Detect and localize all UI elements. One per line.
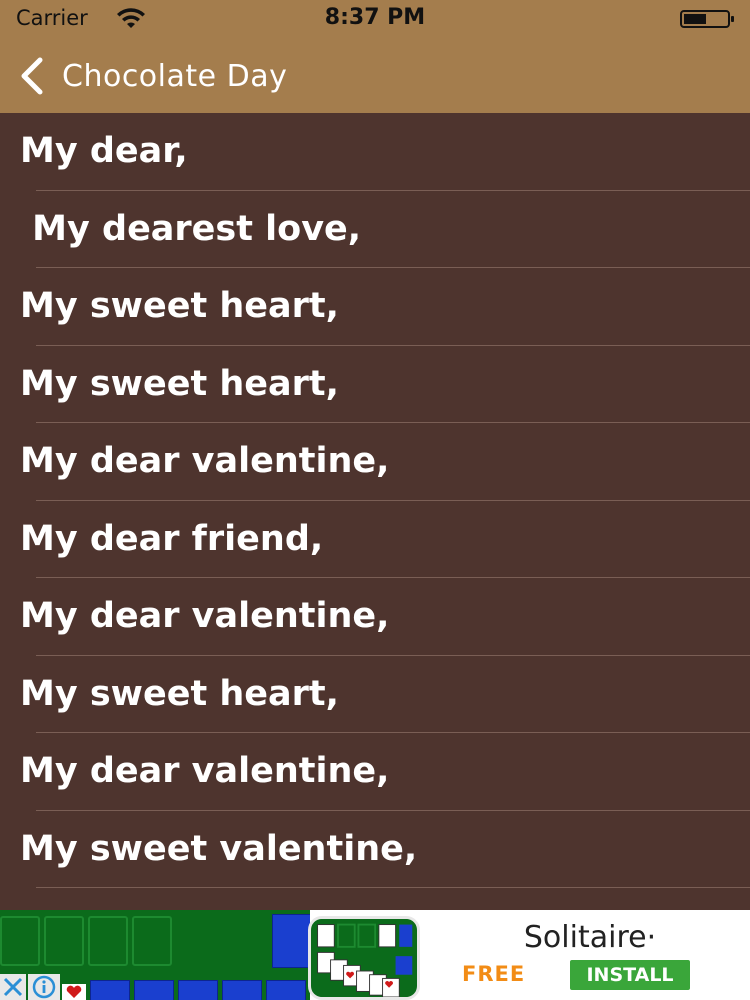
- greeting-list: My dear, My dearest love, My sweet heart…: [0, 113, 750, 910]
- list-item-label: My sweet heart,: [20, 286, 339, 326]
- chevron-left-icon: [21, 57, 43, 95]
- back-button[interactable]: Chocolate Day: [16, 54, 287, 98]
- list-item[interactable]: My dear,: [0, 113, 750, 191]
- list-item[interactable]: My sweet valentine,: [0, 811, 750, 888]
- list-item[interactable]: My dear valentine,: [0, 578, 750, 656]
- solitaire-app-icon: [308, 916, 420, 1000]
- battery-icon: [680, 10, 734, 28]
- list-item-label: My sweet heart,: [20, 673, 339, 714]
- list-item[interactable]: My dear friend,: [0, 501, 750, 578]
- list-item-label: My dear friend,: [20, 518, 324, 559]
- card-back: [134, 980, 174, 1000]
- list-item-label: My dear valentine,: [20, 751, 390, 791]
- list-item[interactable]: My dear valentine,: [0, 733, 750, 811]
- card-back: [90, 980, 130, 1000]
- card-slot: [132, 916, 172, 966]
- list-item-label: My dearest love,: [20, 208, 362, 249]
- list-item[interactable]: My dearest love,: [0, 191, 750, 268]
- list-item-label: My sweet heart,: [20, 363, 339, 404]
- header: Carrier 8:37 PM Chocolate Day: [0, 0, 750, 113]
- list-item[interactable]: My sweet heart,: [0, 268, 750, 346]
- ad-free-label: FREE: [462, 962, 526, 986]
- list-item[interactable]: My sweet heart,: [0, 346, 750, 423]
- list-item[interactable]: My sweet heart,: [0, 656, 750, 733]
- ad-title: Solitaire·: [523, 920, 657, 955]
- list-item-label: My sweet valentine,: [20, 828, 418, 869]
- heart-card-icon: [62, 984, 86, 1000]
- page-title: Chocolate Day: [62, 58, 288, 94]
- card-slot: [44, 916, 84, 966]
- install-button[interactable]: INSTALL: [570, 960, 690, 990]
- list-item-label: My dear,: [20, 131, 188, 171]
- nav-bar: Chocolate Day: [0, 44, 750, 113]
- list-item-label: My dear valentine,: [20, 596, 390, 636]
- list-item-label: My dear valentine,: [20, 441, 390, 481]
- status-bar: Carrier 8:37 PM: [0, 0, 750, 40]
- row-divider: [36, 887, 750, 888]
- card-back: [178, 980, 218, 1000]
- card-slot: [88, 916, 128, 966]
- list-item[interactable]: My dear valentine,: [0, 423, 750, 501]
- close-icon[interactable]: [0, 974, 26, 1000]
- status-time: 8:37 PM: [324, 5, 426, 30]
- info-icon[interactable]: [28, 974, 60, 1000]
- card-back: [272, 914, 310, 968]
- card-back: [222, 980, 262, 1000]
- ad-banner[interactable]: Solitaire· FREE INSTALL: [0, 910, 750, 1000]
- card-back: [266, 980, 306, 1000]
- card-slot: [0, 916, 40, 966]
